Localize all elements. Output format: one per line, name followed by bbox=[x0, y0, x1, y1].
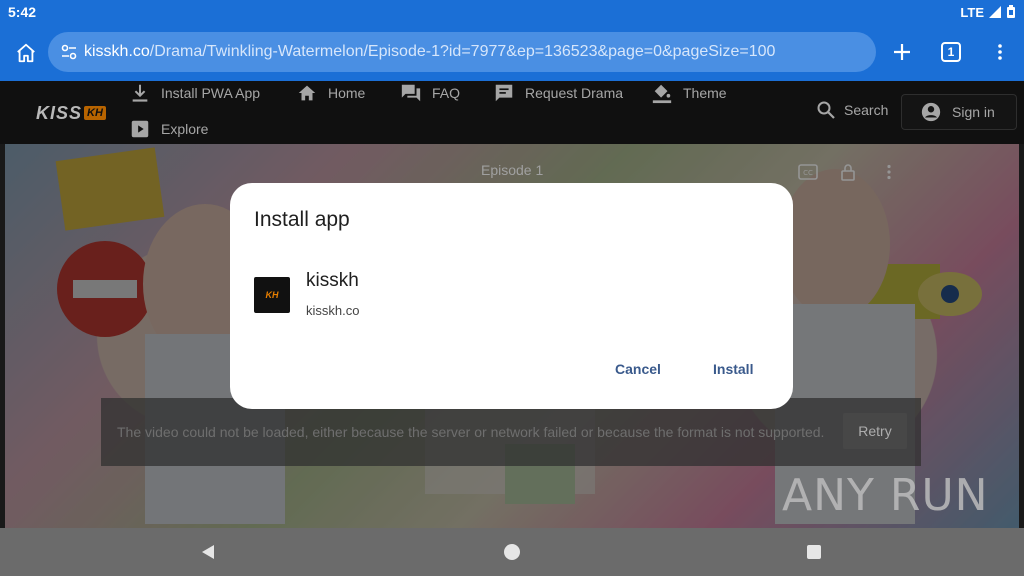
battery-icon bbox=[1007, 5, 1015, 18]
more-vert-icon bbox=[998, 44, 1002, 60]
screen: 5:42 LTE kisskh.co/Drama/Twinkling-Water… bbox=[0, 0, 1024, 576]
cancel-button[interactable]: Cancel bbox=[615, 357, 661, 381]
app-icon-badge: KH bbox=[265, 290, 279, 300]
status-time: 5:42 bbox=[8, 4, 37, 20]
site-settings-icon[interactable] bbox=[58, 41, 80, 63]
url-host: kisskh.co bbox=[84, 43, 150, 60]
new-tab-button[interactable] bbox=[886, 32, 918, 72]
signal-icon bbox=[989, 6, 1001, 18]
status-icons: LTE bbox=[960, 5, 1016, 20]
app-url: kisskh.co bbox=[306, 303, 360, 318]
browser-home-button[interactable] bbox=[2, 29, 50, 77]
app-name: kisskh bbox=[306, 270, 359, 291]
back-button[interactable] bbox=[198, 542, 218, 562]
back-triangle-icon bbox=[202, 545, 214, 559]
app-icon: KH bbox=[254, 277, 290, 313]
browser-menu-button[interactable] bbox=[988, 32, 1012, 72]
address-bar[interactable]: kisskh.co/Drama/Twinkling-Watermelon/Epi… bbox=[48, 32, 876, 72]
home-outline-icon bbox=[17, 43, 35, 62]
home-circle-icon bbox=[504, 544, 520, 560]
install-app-dialog: Install app KH kisskh kisskh.co Cancel I… bbox=[230, 183, 793, 409]
status-bar: 5:42 LTE bbox=[0, 0, 1024, 24]
home-button[interactable] bbox=[502, 542, 522, 562]
tab-switcher-button[interactable]: 1 bbox=[941, 42, 961, 62]
recents-button[interactable] bbox=[804, 542, 824, 562]
network-type: LTE bbox=[960, 4, 984, 20]
system-navigation-bar bbox=[0, 528, 1024, 576]
url-path: /Drama/Twinkling-Watermelon/Episode-1?id… bbox=[149, 43, 776, 60]
recents-square-icon bbox=[807, 545, 821, 559]
browser-toolbar: kisskh.co/Drama/Twinkling-Watermelon/Epi… bbox=[0, 24, 1024, 81]
install-button[interactable]: Install bbox=[713, 357, 753, 381]
plus-icon bbox=[894, 44, 910, 60]
dialog-title: Install app bbox=[254, 208, 350, 231]
